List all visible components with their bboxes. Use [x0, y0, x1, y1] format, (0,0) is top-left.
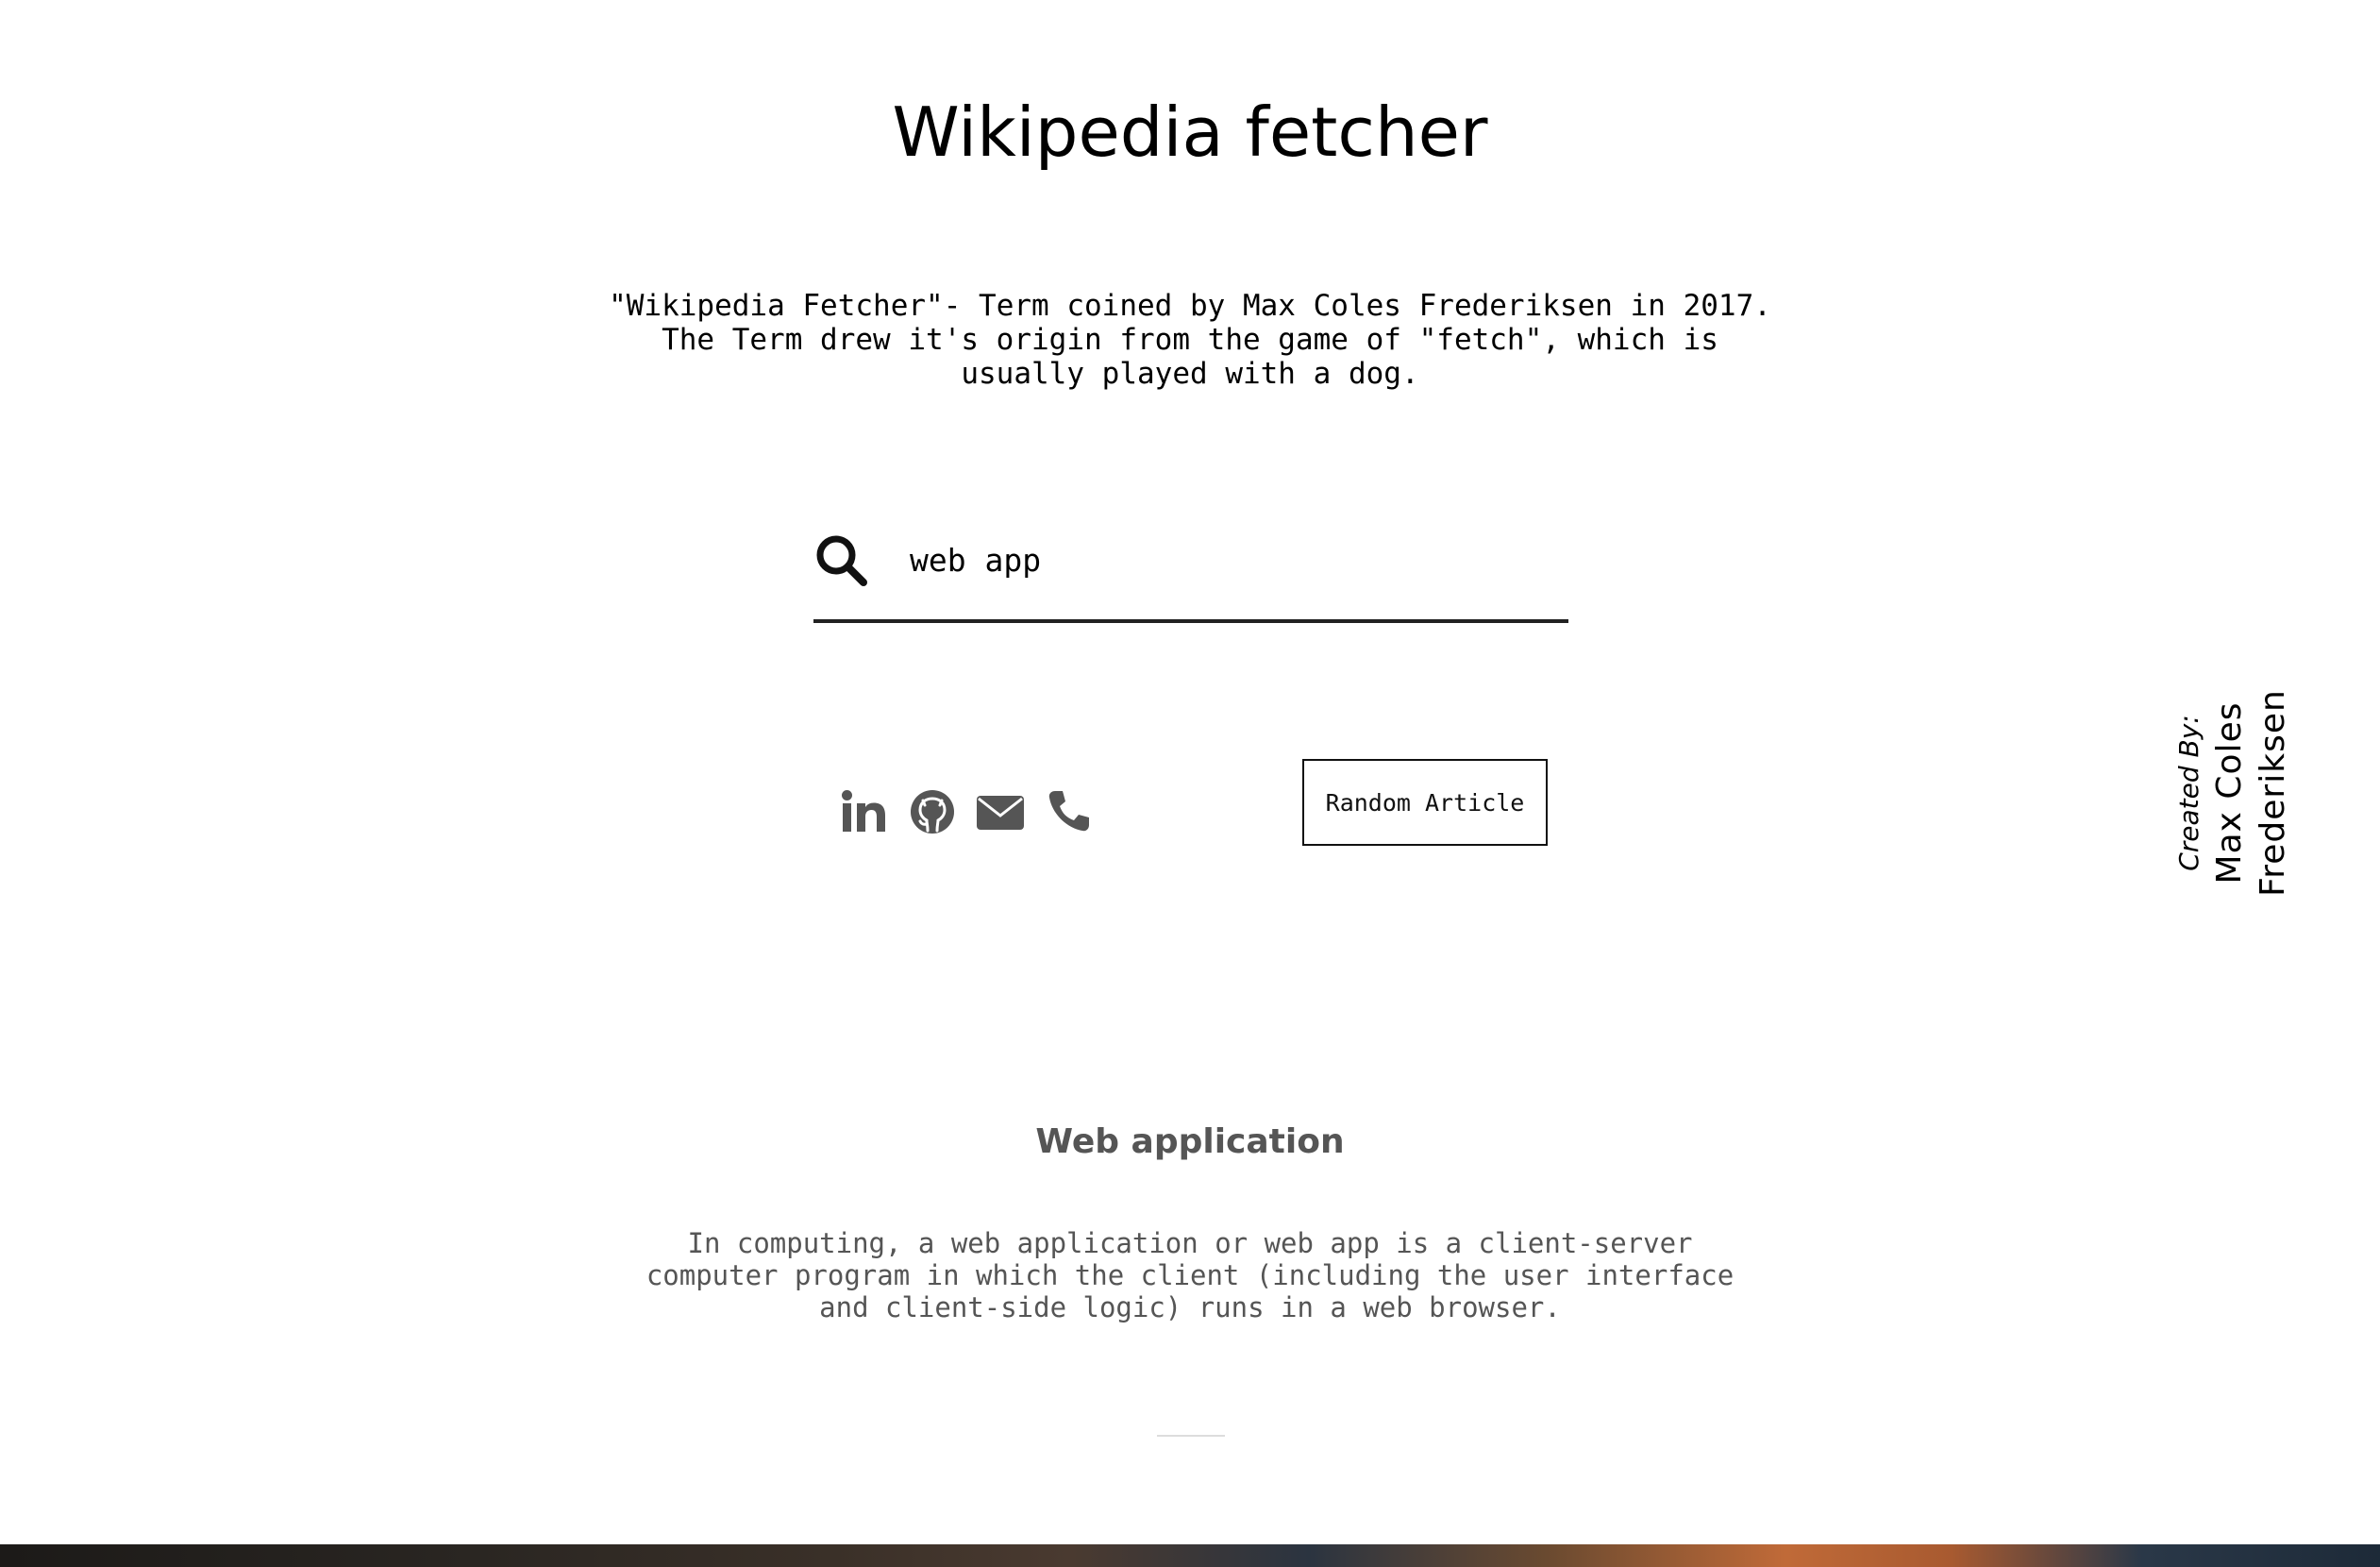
- divider: [1157, 1435, 1225, 1437]
- result-text: In computing, a web application or web a…: [645, 1227, 1735, 1323]
- social-links: [840, 784, 1112, 840]
- search-input[interactable]: [910, 527, 1561, 593]
- random-article-button[interactable]: Random Article: [1302, 759, 1548, 846]
- footer-background-image: [0, 1544, 2380, 1567]
- github-icon[interactable]: [908, 787, 957, 836]
- search-bar: [813, 521, 1568, 625]
- search-icon[interactable]: [813, 532, 868, 587]
- result-title[interactable]: Web application: [0, 1120, 2380, 1165]
- search-underline: [813, 619, 1568, 623]
- credit-label: Created By:: [2173, 715, 2204, 871]
- phone-icon[interactable]: [1044, 787, 1093, 836]
- page-title: Wikipedia fetcher: [892, 93, 1488, 172]
- linkedin-icon[interactable]: [840, 787, 889, 836]
- credit-name: Max Coles Frederiksen: [2210, 689, 2292, 897]
- mail-icon[interactable]: [976, 787, 1025, 836]
- intro-text: "Wikipedia Fetcher"- Term coined by Max …: [609, 289, 1771, 391]
- credit-block: Created By: Max Coles Frederiksen: [2170, 595, 2303, 991]
